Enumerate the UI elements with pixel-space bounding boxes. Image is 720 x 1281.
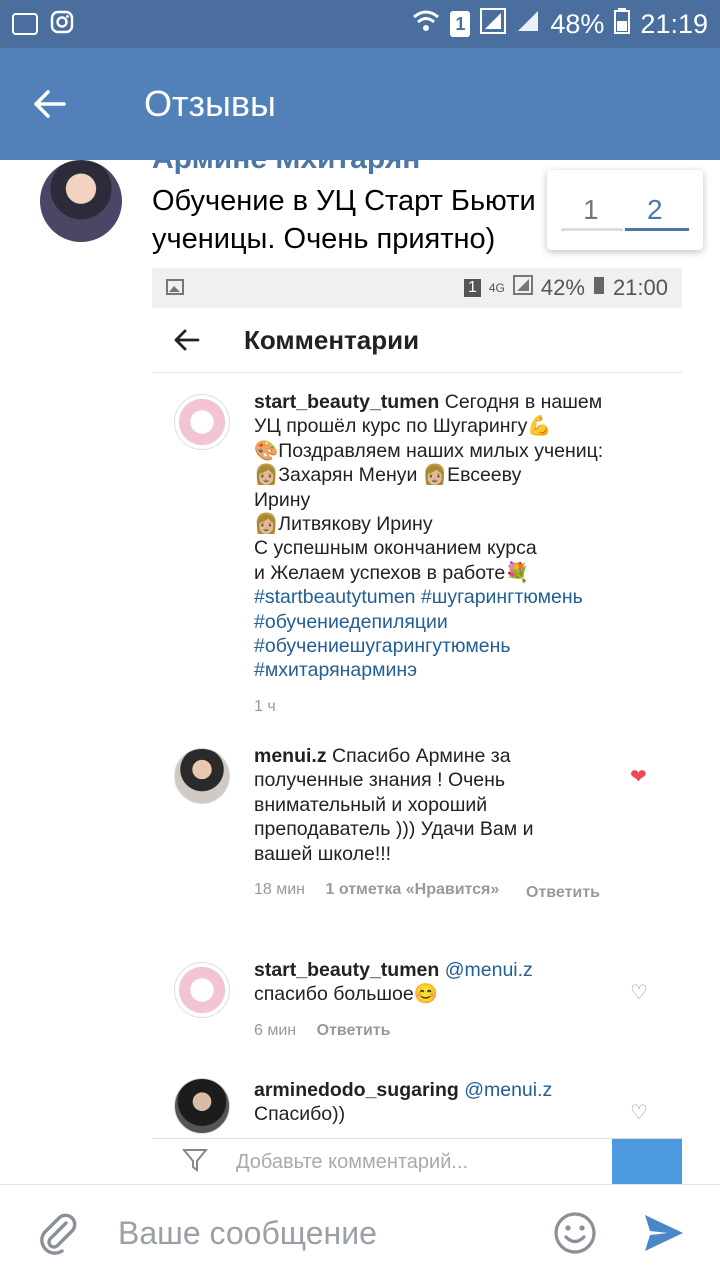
page-title: Отзывы bbox=[144, 83, 276, 124]
hashtag-line: #startbeautytumen #шугарингтюмень bbox=[254, 586, 583, 609]
comment-text: спасибо большое😊 bbox=[254, 983, 438, 1006]
photo-back-arrow-icon bbox=[166, 320, 206, 360]
attached-photo[interactable]: 1 4G 42% 21:00 Комментарии start_beauty_… bbox=[152, 268, 682, 1184]
photo-comment-composer: Добавьте комментарий... bbox=[152, 1138, 682, 1184]
photo-clock: 21:00 bbox=[612, 275, 668, 300]
comment-body: arminedodo_sugaring @menui.z Спасибо)) bbox=[254, 1078, 574, 1127]
emoji-button[interactable] bbox=[552, 1210, 598, 1256]
photo-signal-icon bbox=[512, 275, 533, 301]
avatar[interactable] bbox=[40, 160, 122, 242]
comment-body: start_beauty_tumen Сегодня в нашем УЦ пр… bbox=[254, 390, 604, 719]
attach-button[interactable] bbox=[36, 1211, 80, 1255]
comment-avatar bbox=[174, 748, 230, 804]
instagram-notification-icon bbox=[50, 10, 74, 39]
comment-time: 6 мин bbox=[254, 1021, 297, 1039]
comment-time: 18 мин bbox=[254, 881, 306, 899]
photo-header: Комментарии bbox=[152, 308, 682, 373]
photo-gallery-icon bbox=[166, 275, 184, 301]
pager-underline-active bbox=[625, 228, 689, 231]
back-button[interactable] bbox=[24, 79, 74, 129]
back-arrow-icon bbox=[34, 90, 66, 118]
message-author[interactable]: Армине Мхитарян bbox=[152, 160, 420, 176]
comment-mention: @menui.z bbox=[464, 1079, 553, 1101]
signal-strength-icon bbox=[516, 9, 540, 40]
pager-page-1[interactable]: 1 bbox=[583, 194, 599, 226]
photo-battery-icon bbox=[593, 275, 605, 301]
comment-username: start_beauty_tumen bbox=[254, 391, 440, 413]
comment-username: menui.z bbox=[254, 745, 327, 767]
comment-text-line: 🎨Поздравляем наших милых учениц: bbox=[254, 439, 604, 462]
paperclip-icon bbox=[40, 1213, 77, 1255]
pager-page-2[interactable]: 2 bbox=[647, 194, 663, 226]
comment-likes: 1 отметка «Нравится» bbox=[325, 881, 500, 899]
message-input[interactable]: Ваше сообщение bbox=[118, 1215, 377, 1252]
comment-text-line: С успешным окончанием курса bbox=[254, 537, 537, 560]
status-bar: 1 48% 21:19 bbox=[0, 0, 720, 48]
comment-text-line: Ирину bbox=[254, 488, 311, 511]
comment-text: Спасибо)) bbox=[254, 1103, 346, 1126]
photo-send-button bbox=[612, 1139, 682, 1184]
comment-mention: @menui.z bbox=[444, 959, 533, 981]
photo-battery-percent: 42% bbox=[540, 275, 585, 300]
photo-sim-icon: 1 bbox=[463, 279, 481, 297]
liked-heart-icon: ❤ bbox=[630, 766, 647, 788]
battery-icon bbox=[614, 7, 631, 41]
photo-pager: 1 2 bbox=[547, 170, 703, 250]
message-composer: Ваше сообщение bbox=[0, 1184, 720, 1281]
comment-time: 1 ч bbox=[254, 697, 276, 715]
comment-username: arminedodo_sugaring bbox=[254, 1079, 459, 1101]
heart-outline-icon: ♡ bbox=[630, 1102, 648, 1124]
battery-percent: 48% bbox=[550, 8, 605, 39]
comment-body: menui.z Спасибо Армине за полученные зна… bbox=[254, 744, 534, 902]
smiley-icon bbox=[554, 1212, 596, 1254]
photo-network-type: 4G bbox=[488, 281, 505, 295]
comment-username: start_beauty_tumen bbox=[254, 959, 440, 981]
gallery-notification-icon bbox=[12, 13, 38, 35]
wifi-icon bbox=[412, 9, 440, 40]
hashtag-line: #мхитарянарминэ bbox=[254, 659, 418, 682]
photo-composer-placeholder: Добавьте комментарий... bbox=[236, 1150, 469, 1173]
comment-reply: Ответить bbox=[526, 884, 600, 901]
photo-header-title: Комментарии bbox=[244, 324, 420, 355]
sim-icon: 1 bbox=[450, 11, 471, 37]
clock: 21:19 bbox=[640, 8, 708, 39]
pager-underline bbox=[561, 228, 623, 231]
comment-body: start_beauty_tumen @menui.z спасибо боль… bbox=[254, 958, 534, 1043]
app-bar: Отзывы bbox=[0, 48, 720, 160]
comment-text-line: 👩🏼Захарян Менуи 👩🏼Евсееву bbox=[254, 464, 522, 487]
message-list[interactable]: Армине Мхитарян Обучение в УЦ Старт Бьют… bbox=[0, 160, 720, 1184]
comment-text-line: и Желаем успехов в работе💐 bbox=[254, 561, 530, 584]
send-button[interactable] bbox=[642, 1211, 686, 1255]
comment-text-line: УЦ прошёл курс по Шугарингу💪 bbox=[254, 415, 552, 438]
hashtag-line: #обучениедепиляции bbox=[254, 610, 448, 633]
send-icon bbox=[645, 1215, 683, 1251]
comment-text-line: 👩🏼Литвякову Ирину bbox=[254, 513, 433, 536]
comment-reply: Ответить bbox=[316, 1021, 391, 1039]
comment-avatar bbox=[174, 962, 230, 1018]
heart-outline-icon: ♡ bbox=[630, 982, 648, 1004]
comment-avatar bbox=[174, 1078, 230, 1134]
comment-text-line: Сегодня в нашем bbox=[444, 391, 603, 413]
signal-icon bbox=[480, 7, 507, 41]
comment-avatar bbox=[174, 394, 230, 450]
hashtag-line: #обучениешугарингутюмень bbox=[254, 635, 511, 658]
filter-icon bbox=[181, 1147, 209, 1178]
photo-status-bar: 1 4G 42% 21:00 bbox=[152, 268, 682, 308]
